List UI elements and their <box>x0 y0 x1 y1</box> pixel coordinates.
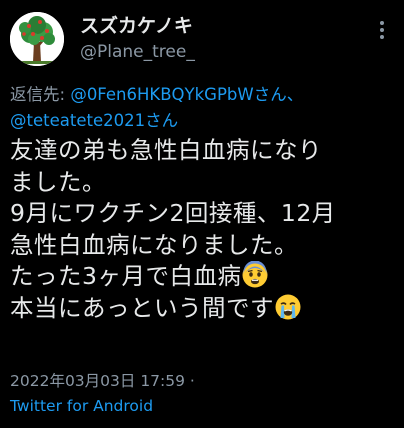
mention-link-1[interactable]: @0Fen6HKBQYkGPbW <box>70 85 253 104</box>
display-name[interactable]: スズカケノキ <box>80 14 195 38</box>
mention-link-2[interactable]: @teteatete2021 <box>10 111 145 130</box>
tweet: スズカケノキ @Plane_tree_ 返信先: @0Fen6HKBQYkGPb… <box>0 0 404 428</box>
body-line: 9月にワクチン2回接種、12月 <box>10 199 336 227</box>
tweet-timestamp[interactable]: 2022年03月03日 17:59 · <box>10 370 195 392</box>
reply-prefix: 返信先: <box>10 85 71 104</box>
body-line: ました。 <box>10 167 106 196</box>
body-line-text: 本当にあっという間です <box>10 293 274 322</box>
body-line-with-emoji: たった3ヶ月で白血病 <box>10 261 400 293</box>
tweet-source-link[interactable]: Twitter for Android <box>10 395 153 417</box>
fearful-face-emoji <box>242 261 268 288</box>
tweet-header: スズカケノキ @Plane_tree_ <box>10 12 394 68</box>
reply-to: 返信先: @0Fen6HKBQYkGPbWさん、 @teteatete2021さん <box>10 82 400 134</box>
body-line-text: たった3ヶ月で白血病 <box>10 262 242 290</box>
user-handle[interactable]: @Plane_tree_ <box>80 40 195 64</box>
body-line: 急性白血病になりました。 <box>10 230 298 259</box>
user-names[interactable]: スズカケノキ @Plane_tree_ <box>80 14 195 64</box>
body-line: 友達の弟も急性白血病になり <box>10 136 322 164</box>
tree-icon <box>10 12 64 66</box>
mention-suffix-2[interactable]: さん <box>145 111 178 130</box>
avatar[interactable] <box>10 12 64 66</box>
crying-face-emoji <box>275 294 301 319</box>
tweet-body: 友達の弟も急性白血病になり ました。 9月にワクチン2回接種、12月 急性白血病… <box>10 135 400 324</box>
mention-suffix-1[interactable]: さん、 <box>254 85 304 104</box>
body-line-with-emoji: 本当にあっという間です <box>10 293 400 325</box>
more-vertical-icon[interactable] <box>372 20 392 40</box>
